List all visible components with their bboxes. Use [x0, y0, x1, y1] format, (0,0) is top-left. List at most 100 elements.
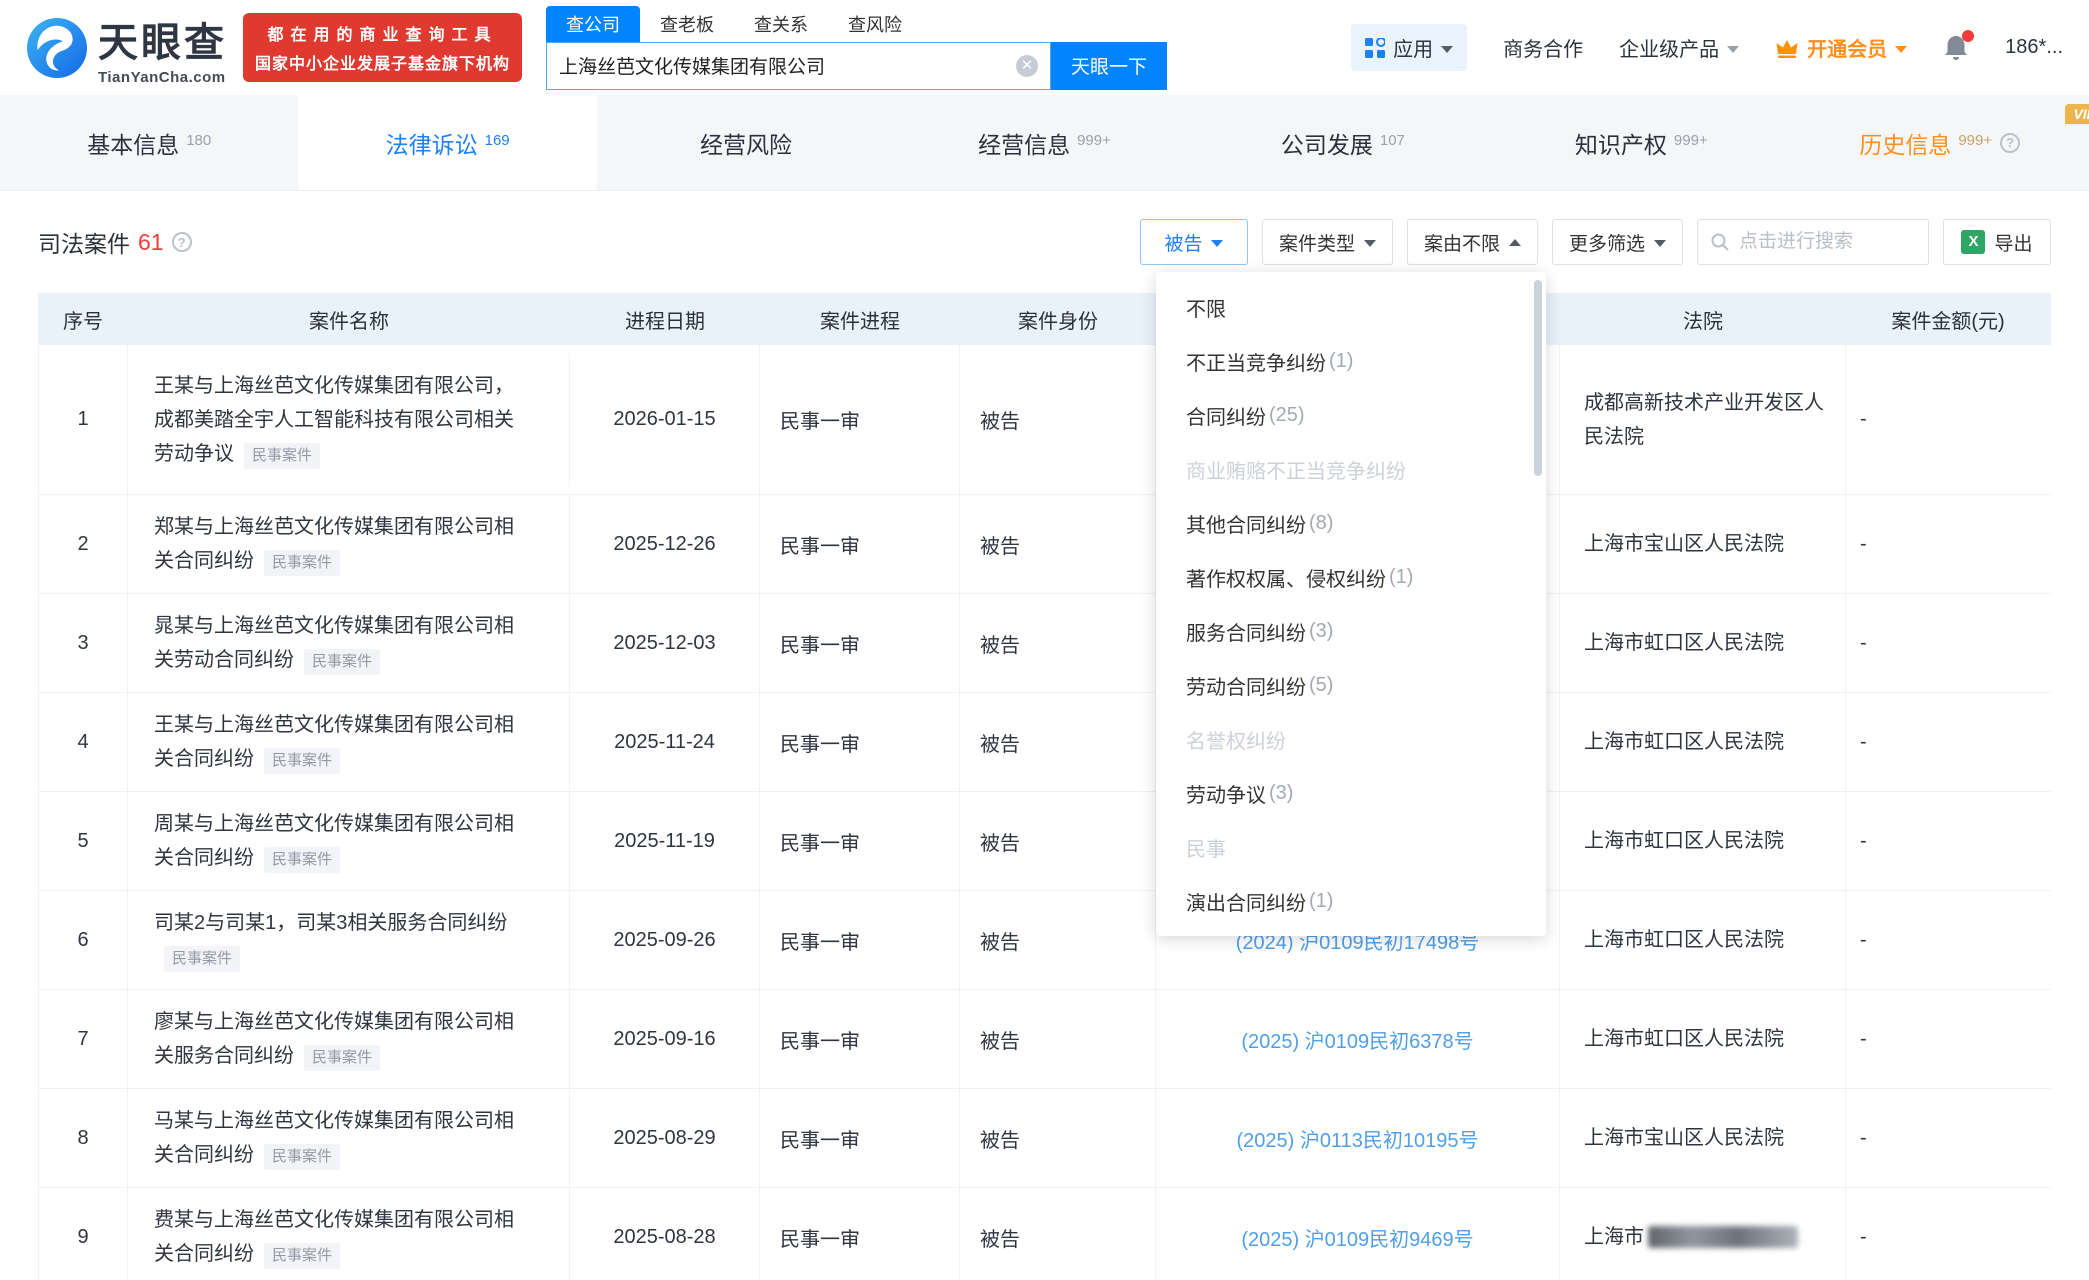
- cause-item-label: 著作权权属、侵权纠纷: [1186, 568, 1386, 591]
- cause-dropdown-item[interactable]: 合同纠纷 (25): [1156, 388, 1546, 442]
- account-phone[interactable]: 186*...: [2005, 36, 2063, 59]
- case-number-link[interactable]: (2025) 沪0109民初6378号: [1241, 1025, 1473, 1054]
- filter-cause[interactable]: 案由不限: [1406, 219, 1538, 265]
- search-tabs: 查公司 查老板 查关系 查风险: [546, 5, 1167, 42]
- cause-dropdown-item[interactable]: 不限: [1156, 280, 1546, 334]
- court-name: 上海市虹口区人民法院: [1584, 830, 1784, 852]
- defendant-label: 被告: [1164, 233, 1203, 255]
- chevron-down-icon: [1363, 240, 1376, 247]
- filter-more[interactable]: 更多筛选: [1551, 219, 1683, 265]
- export-button[interactable]: X 导出: [1943, 219, 2051, 265]
- cause-dropdown-item[interactable]: 著作权权属、侵权纠纷 (1): [1156, 550, 1546, 604]
- cell-stage: 民事一审: [760, 345, 960, 494]
- cause-item-label: 劳动争议: [1186, 784, 1266, 807]
- tab-label: 公司发展: [1280, 131, 1373, 158]
- cell-stage: 民事一审: [760, 792, 960, 890]
- export-label: 导出: [1994, 233, 2033, 255]
- cause-item-label: 商业贿赂不正当竞争纠纷: [1186, 460, 1406, 483]
- cause-dropdown-item[interactable]: 劳动争议 (3): [1156, 766, 1546, 820]
- cause-dropdown-item[interactable]: 其他合同纠纷 (8): [1156, 496, 1546, 550]
- cause-dropdown-menu: 不限 不正当竞争纠纷 (1) 合同纠纷 (25) 商业贿赂不正当竞争纠纷 其他合…: [1156, 272, 1546, 936]
- cause-item-count: (1): [1389, 565, 1414, 588]
- clear-search-icon[interactable]: ✕: [1016, 54, 1039, 77]
- nav-enterprise-products[interactable]: 企业级产品: [1619, 33, 1740, 62]
- cell-date: 2025-08-28: [570, 1188, 760, 1280]
- cell-case-no: (2025) 沪0113民初10195号: [1156, 1089, 1560, 1187]
- cell-case-no: (2025) 沪0109民初9469号: [1156, 1188, 1560, 1280]
- apps-menu[interactable]: 应用: [1351, 24, 1468, 71]
- company-tab[interactable]: 法律诉讼 169: [298, 95, 597, 190]
- cell-case-name: 廖某与上海丝芭文化传媒集团有限公司相关服务合同纠纷 民事案件: [128, 990, 570, 1088]
- notifications-bell[interactable]: [1943, 29, 1975, 62]
- slogan-line1: 都在用的商业查询工具: [267, 27, 498, 44]
- cell-no: 9: [38, 1188, 128, 1280]
- cause-item-count: (25): [1269, 403, 1305, 426]
- cell-court: 上海市: [1560, 1188, 1846, 1280]
- cell-date: 2025-09-26: [570, 891, 760, 989]
- cause-item-count: (3): [1269, 781, 1294, 804]
- cause-dropdown-item[interactable]: 劳动合同纠纷 (5): [1156, 658, 1546, 712]
- cell-stage: 民事一审: [760, 495, 960, 593]
- company-tab[interactable]: 公司发展 107: [1194, 95, 1492, 190]
- search-icon: [1711, 233, 1729, 251]
- table-search-box: [1697, 219, 1929, 265]
- cell-stage: 民事一审: [760, 693, 960, 791]
- open-vip-button[interactable]: 开通会员: [1775, 33, 1908, 62]
- col-header-date: 进程日期: [625, 310, 705, 333]
- cause-dropdown-item[interactable]: 演出合同纠纷 (1): [1156, 874, 1546, 928]
- tianyancha-logo[interactable]: 天眼查 TianYanCha.com: [26, 10, 227, 86]
- tab-count: 999+: [1958, 132, 1993, 149]
- table-row: 4 王某与上海丝芭文化传媒集团有限公司相关合同纠纷 民事案件 2025-11-24…: [38, 693, 2051, 792]
- cause-item-label: 服务合同纠纷: [1186, 622, 1306, 645]
- col-header-court: 法院: [1683, 310, 1723, 333]
- company-tab[interactable]: 历史信息 999+ VIP?: [1791, 95, 2089, 190]
- excel-icon: X: [1961, 230, 1986, 254]
- cell-case-name: 王某与上海丝芭文化传媒集团有限公司，成都美踏全宇人工智能科技有限公司相关劳动争议…: [128, 353, 570, 486]
- cell-date: 2025-11-19: [570, 792, 760, 890]
- cell-date: 2025-09-16: [570, 990, 760, 1088]
- search-scope-tab[interactable]: 查老板: [640, 6, 734, 42]
- cause-dropdown-item[interactable]: 服务合同纠纷 (3): [1156, 604, 1546, 658]
- tab-label: 历史信息: [1859, 131, 1952, 158]
- cause-item-label: 演出合同纠纷: [1186, 892, 1306, 915]
- notification-dot: [1962, 29, 1975, 42]
- cell-case-name: 马某与上海丝芭文化传媒集团有限公司相关合同纠纷 民事案件: [128, 1089, 570, 1187]
- search-input[interactable]: [559, 54, 1017, 77]
- cell-amount: -: [1860, 1027, 1867, 1050]
- case-number-link[interactable]: (2025) 沪0109民初9469号: [1241, 1223, 1473, 1252]
- case-number-link[interactable]: (2025) 沪0113民初10195号: [1237, 1124, 1479, 1153]
- cell-amount: -: [1860, 928, 1867, 951]
- cell-amount: -: [1860, 532, 1867, 555]
- cause-dropdown-item[interactable]: 不正当竞争纠纷 (1): [1156, 334, 1546, 388]
- company-tab[interactable]: 经营信息 999+: [895, 95, 1193, 190]
- col-header-role: 案件身份: [1018, 310, 1098, 333]
- search-scope-tab[interactable]: 查风险: [828, 6, 922, 42]
- cell-no: 5: [38, 792, 128, 890]
- search-scope-tab[interactable]: 查关系: [734, 6, 828, 42]
- filter-defendant[interactable]: 被告: [1139, 219, 1248, 265]
- enterprise-label: 企业级产品: [1619, 39, 1720, 61]
- help-icon[interactable]: ?: [171, 232, 192, 252]
- help-icon[interactable]: ?: [2000, 132, 2021, 153]
- cell-role: 被告: [960, 345, 1156, 494]
- table-header-row: 序号 案件名称 进程日期 案件进程 案件身份 法院 案件金额(元): [38, 293, 2051, 345]
- cause-item-count: (8): [1309, 511, 1334, 534]
- filter-case-type[interactable]: 案件类型: [1261, 219, 1393, 265]
- table-row: 8 马某与上海丝芭文化传媒集团有限公司相关合同纠纷 民事案件 2025-08-29…: [38, 1089, 2051, 1188]
- cases-table: 序号 案件名称 进程日期 案件进程 案件身份 法院 案件金额(元) 1 王某与上…: [38, 293, 2051, 1280]
- table-search-input[interactable]: [1739, 231, 1916, 253]
- cell-role: 被告: [960, 495, 1156, 593]
- cell-role: 被告: [960, 594, 1156, 692]
- dropdown-scrollbar[interactable]: [1534, 280, 1542, 476]
- company-tab[interactable]: 知识产权 999+: [1492, 95, 1790, 190]
- search-scope-tab[interactable]: 查公司: [546, 5, 641, 42]
- court-name: 上海市虹口区人民法院: [1584, 1028, 1784, 1050]
- search-button[interactable]: 天眼一下: [1051, 41, 1168, 90]
- cell-role: 被告: [960, 1188, 1156, 1280]
- cause-item-label: 其他合同纠纷: [1186, 514, 1306, 537]
- company-tab[interactable]: 经营风险: [597, 95, 895, 190]
- logo-text: 天眼查 TianYanCha.com: [98, 10, 227, 86]
- company-tab[interactable]: 基本信息 180: [0, 95, 298, 190]
- redacted-court-smudge: [1648, 1226, 1798, 1248]
- nav-business-cooperation[interactable]: 商务合作: [1503, 33, 1583, 62]
